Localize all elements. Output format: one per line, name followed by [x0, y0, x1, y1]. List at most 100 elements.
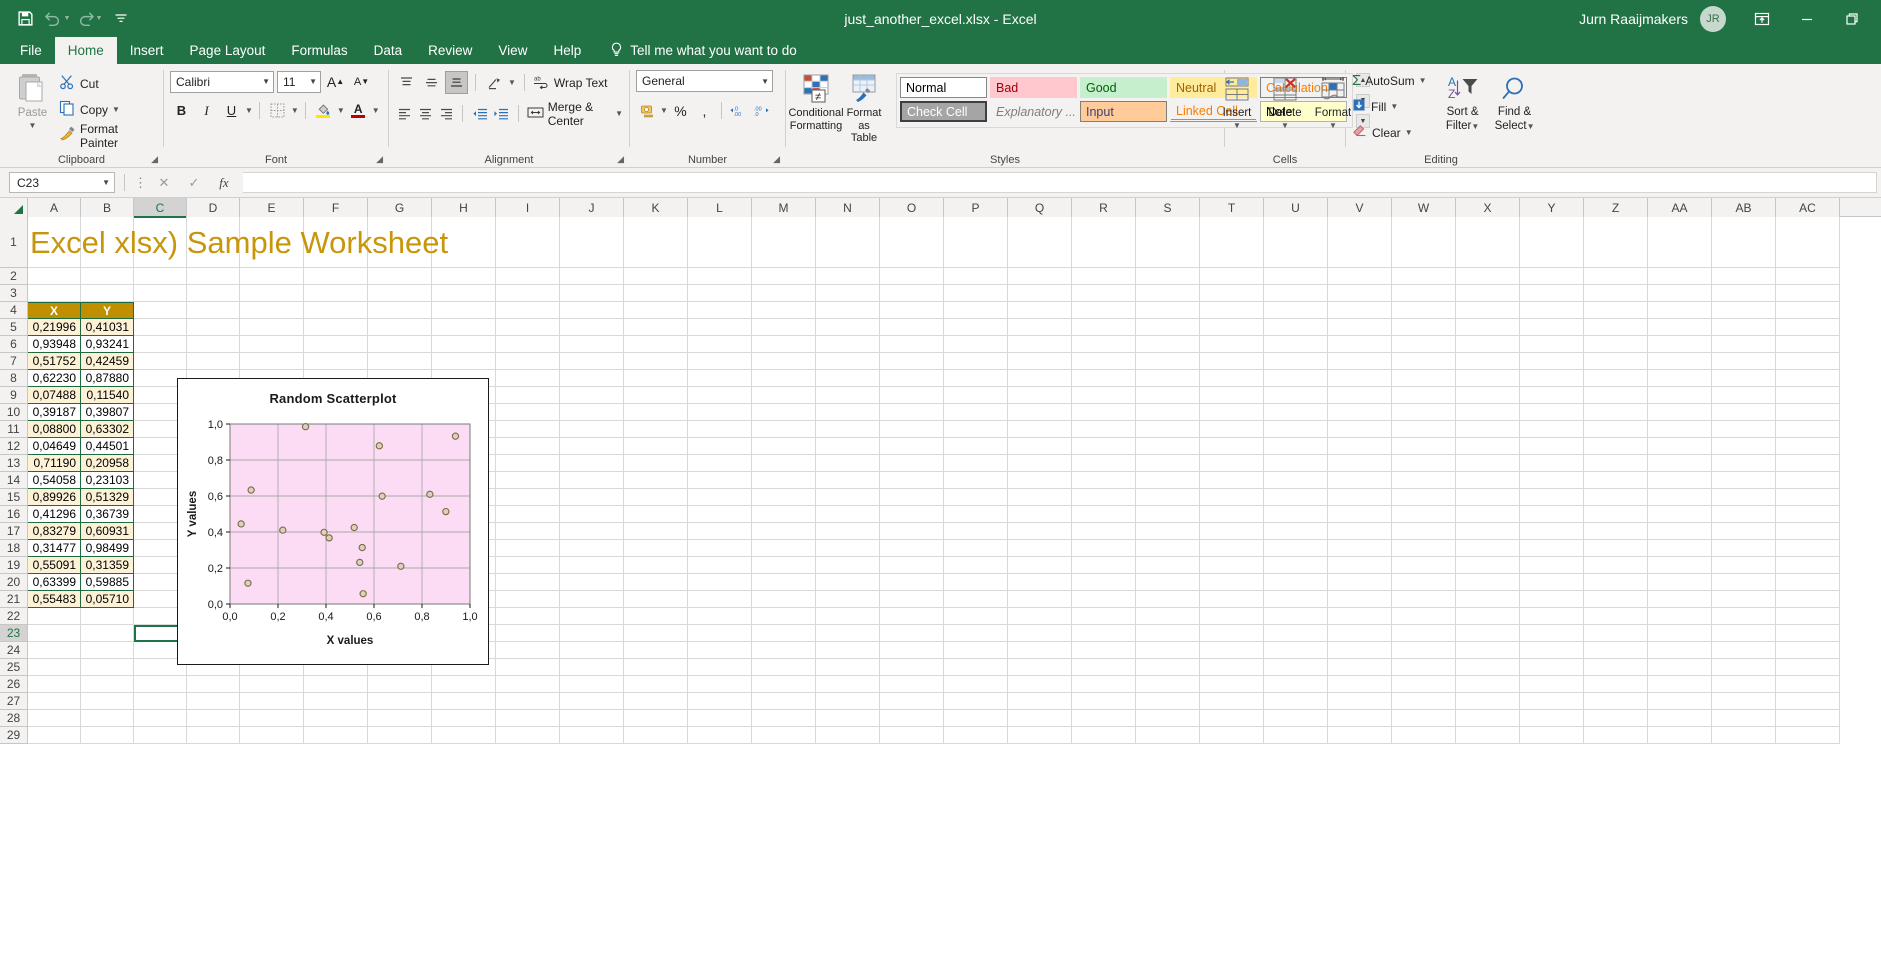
cell-style-good[interactable]: Good [1080, 77, 1167, 98]
tab-help[interactable]: Help [540, 37, 594, 64]
cell-V2[interactable] [1328, 268, 1392, 285]
cell-W9[interactable] [1392, 387, 1456, 404]
cell-M24[interactable] [752, 642, 816, 659]
cell-C6[interactable] [134, 336, 187, 353]
column-header-y[interactable]: Y [1520, 198, 1584, 217]
merge-center-button[interactable]: Merge & Center ▼ [527, 101, 623, 126]
cell-X7[interactable] [1456, 353, 1520, 370]
data-point[interactable] [427, 491, 433, 497]
cell-M12[interactable] [752, 438, 816, 455]
cell-K7[interactable] [624, 353, 688, 370]
cell-D26[interactable] [187, 676, 240, 693]
cell-N17[interactable] [816, 523, 880, 540]
cell-O1[interactable] [880, 217, 944, 268]
cell-AA27[interactable] [1648, 693, 1712, 710]
cell-H28[interactable] [432, 710, 496, 727]
row-header-19[interactable]: 19 [0, 557, 28, 574]
cell-Z3[interactable] [1584, 285, 1648, 302]
cell-G27[interactable] [368, 693, 432, 710]
accounting-format-button[interactable] [636, 99, 659, 122]
cell-B19[interactable]: 0,31359 [81, 557, 134, 574]
cell-P27[interactable] [944, 693, 1008, 710]
cell-W14[interactable] [1392, 472, 1456, 489]
cell-S2[interactable] [1136, 268, 1200, 285]
cell-B11[interactable]: 0,63302 [81, 421, 134, 438]
cell-Z2[interactable] [1584, 268, 1648, 285]
column-header-t[interactable]: T [1200, 198, 1264, 217]
cell-B9[interactable]: 0,11540 [81, 387, 134, 404]
cell-U6[interactable] [1264, 336, 1328, 353]
cell-A13[interactable]: 0,71190 [28, 455, 81, 472]
cell-S19[interactable] [1136, 557, 1200, 574]
chevron-down-icon[interactable]: ▼ [1527, 122, 1535, 131]
chevron-down-icon[interactable]: ▼ [309, 77, 317, 86]
cell-C5[interactable] [134, 319, 187, 336]
column-header-o[interactable]: O [880, 198, 944, 217]
cell-Y20[interactable] [1520, 574, 1584, 591]
cell-AB27[interactable] [1712, 693, 1776, 710]
cell-O21[interactable] [880, 591, 944, 608]
cell-O2[interactable] [880, 268, 944, 285]
cell-AB9[interactable] [1712, 387, 1776, 404]
cell-V15[interactable] [1328, 489, 1392, 506]
cell-Z16[interactable] [1584, 506, 1648, 523]
cell-K25[interactable] [624, 659, 688, 676]
cell-X19[interactable] [1456, 557, 1520, 574]
cell-B17[interactable]: 0,60931 [81, 523, 134, 540]
cell-W7[interactable] [1392, 353, 1456, 370]
cell-W26[interactable] [1392, 676, 1456, 693]
row-header-12[interactable]: 12 [0, 438, 28, 455]
cell-AB1[interactable] [1712, 217, 1776, 268]
cell-C3[interactable] [134, 285, 187, 302]
cell-Y22[interactable] [1520, 608, 1584, 625]
chevron-down-icon[interactable]: ▼ [1329, 121, 1337, 130]
cell-AC12[interactable] [1776, 438, 1840, 455]
bold-button[interactable]: B [170, 99, 193, 122]
cell-Z14[interactable] [1584, 472, 1648, 489]
cell-I9[interactable] [496, 387, 560, 404]
cell-Y9[interactable] [1520, 387, 1584, 404]
cell-R19[interactable] [1072, 557, 1136, 574]
comma-style-button[interactable]: , [693, 99, 716, 122]
data-point[interactable] [351, 524, 357, 530]
cell-X21[interactable] [1456, 591, 1520, 608]
cut-button[interactable]: Cut [59, 71, 157, 96]
sort-filter-button[interactable]: AZ Sort & Filter▼ [1437, 68, 1489, 136]
cell-V13[interactable] [1328, 455, 1392, 472]
column-header-ac[interactable]: AC [1776, 198, 1840, 217]
cell-T23[interactable] [1200, 625, 1264, 642]
cell-AA16[interactable] [1648, 506, 1712, 523]
cell-N20[interactable] [816, 574, 880, 591]
cell-R27[interactable] [1072, 693, 1136, 710]
cell-AB22[interactable] [1712, 608, 1776, 625]
cell-AC29[interactable] [1776, 727, 1840, 744]
cell-X10[interactable] [1456, 404, 1520, 421]
cell-S26[interactable] [1136, 676, 1200, 693]
cell-AA21[interactable] [1648, 591, 1712, 608]
cell-B4[interactable]: Y [81, 302, 134, 319]
column-header-x[interactable]: X [1456, 198, 1520, 217]
cell-D4[interactable] [187, 302, 240, 319]
cell-B8[interactable]: 0,87880 [81, 370, 134, 387]
cell-AA29[interactable] [1648, 727, 1712, 744]
cell-A21[interactable]: 0,55483 [28, 591, 81, 608]
cell-X24[interactable] [1456, 642, 1520, 659]
cell-B20[interactable]: 0,59885 [81, 574, 134, 591]
cell-X1[interactable] [1456, 217, 1520, 268]
data-point[interactable] [248, 487, 254, 493]
cell-B28[interactable] [81, 710, 134, 727]
increase-indent-button[interactable] [491, 102, 510, 125]
cell-J18[interactable] [560, 540, 624, 557]
cell-I5[interactable] [496, 319, 560, 336]
cell-W13[interactable] [1392, 455, 1456, 472]
cell-K10[interactable] [624, 404, 688, 421]
undo-icon[interactable]: ▼ [42, 5, 72, 33]
cell-B3[interactable] [81, 285, 134, 302]
cell-N2[interactable] [816, 268, 880, 285]
cell-O23[interactable] [880, 625, 944, 642]
cell-M6[interactable] [752, 336, 816, 353]
cell-H3[interactable] [432, 285, 496, 302]
cell-O12[interactable] [880, 438, 944, 455]
cell-G3[interactable] [368, 285, 432, 302]
cell-style-explanatory[interactable]: Explanatory ... [990, 101, 1077, 122]
